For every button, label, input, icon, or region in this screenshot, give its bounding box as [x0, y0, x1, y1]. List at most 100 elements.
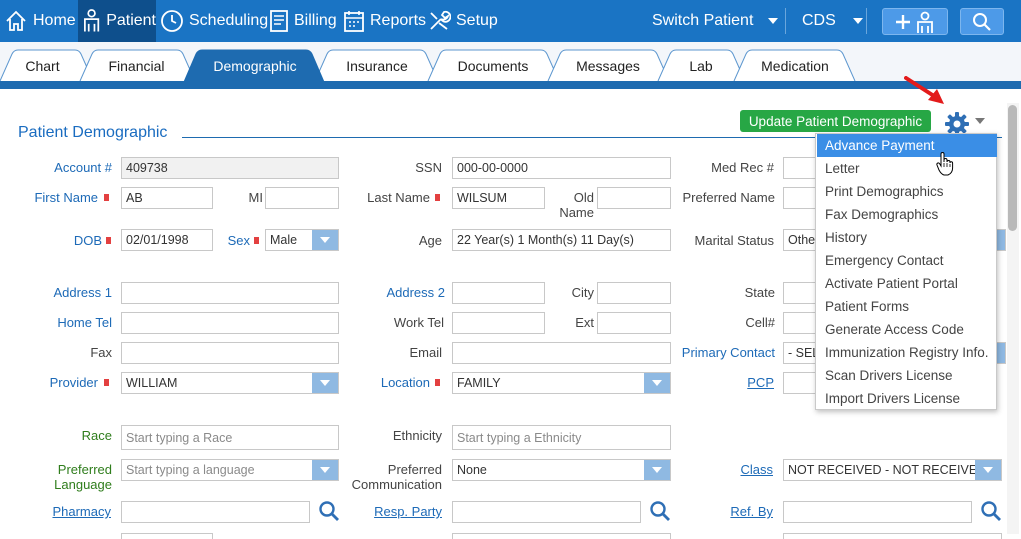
- address2-field[interactable]: [452, 282, 545, 304]
- address1-label: Address 1: [53, 285, 112, 300]
- city-label: City: [571, 285, 594, 300]
- sex-value: Male: [270, 233, 298, 247]
- preferred-communication-value: None: [457, 463, 487, 477]
- required-marker: [104, 379, 109, 386]
- email-label: Email: [409, 345, 442, 360]
- first-name-field[interactable]: AB: [121, 187, 213, 209]
- med-rec-label: Med Rec #: [711, 160, 774, 175]
- state-label: State: [744, 285, 775, 300]
- mi-label: MI: [248, 190, 263, 205]
- provider-select[interactable]: WILLIAM: [121, 372, 339, 394]
- work-tel-label: Work Tel: [393, 315, 444, 330]
- chevron-down-icon[interactable]: [644, 373, 670, 393]
- address2-label: Address 2: [386, 285, 445, 300]
- chevron-down-icon[interactable]: [644, 460, 670, 480]
- menu-item-advance-payment[interactable]: Advance Payment: [817, 134, 997, 157]
- race-input[interactable]: Start typing a Race: [121, 425, 339, 450]
- menu-item-letter[interactable]: Letter: [817, 157, 997, 180]
- tab-underline-band: [0, 81, 1021, 89]
- tab-medication[interactable]: Medication: [749, 57, 841, 75]
- ref-by-search-icon[interactable]: [980, 500, 1002, 522]
- ssn-label: SSN: [415, 160, 442, 175]
- first-name-label: First Name: [34, 190, 98, 205]
- mi-field[interactable]: [265, 187, 339, 209]
- location-select[interactable]: FAMILY: [452, 372, 671, 394]
- chevron-down-icon[interactable]: [975, 460, 1001, 480]
- sex-select[interactable]: Male: [265, 229, 339, 251]
- menu-item-scan-drivers-license[interactable]: Scan Drivers License: [817, 364, 997, 387]
- resp-party-field[interactable]: [452, 501, 641, 523]
- menu-item-patient-forms[interactable]: Patient Forms: [817, 295, 997, 318]
- provider-value: WILLIAM: [126, 376, 178, 390]
- class-link[interactable]: Class: [720, 462, 773, 477]
- home-tel-field[interactable]: [121, 312, 339, 334]
- partial-row-field[interactable]: [121, 533, 213, 539]
- tab-chart[interactable]: Chart: [14, 57, 71, 75]
- partial-row-field[interactable]: [452, 533, 671, 539]
- update-demographic-button[interactable]: Update Patient Demographic: [740, 110, 931, 132]
- menu-item-import-drivers-license[interactable]: Import Drivers License: [817, 387, 997, 410]
- primary-contact-label: Primary Contact: [681, 345, 775, 360]
- marital-status-dropdown-button[interactable]: [997, 229, 1006, 251]
- primary-contact-dropdown-button[interactable]: [997, 342, 1006, 364]
- marital-status-label: Marital Status: [694, 233, 774, 248]
- tab-demographic[interactable]: Demographic: [198, 57, 312, 75]
- tab-lab[interactable]: Lab: [673, 57, 729, 75]
- tab-insurance[interactable]: Insurance: [330, 57, 424, 75]
- menu-item-immunization-registry[interactable]: Immunization Registry Info.: [817, 341, 997, 364]
- resp-party-link[interactable]: Resp. Party: [360, 504, 442, 519]
- partial-row-field[interactable]: [783, 533, 1002, 539]
- required-marker: [104, 194, 109, 201]
- provider-label: Provider: [49, 375, 98, 390]
- app-window: Home Patient Scheduling Billing Reports …: [0, 0, 1021, 539]
- menu-item-generate-access-code[interactable]: Generate Access Code: [817, 318, 997, 341]
- old-name-field[interactable]: [597, 187, 671, 209]
- menu-item-emergency-contact[interactable]: Emergency Contact: [817, 249, 997, 272]
- menu-item-print-demographics[interactable]: Print Demographics: [817, 180, 997, 203]
- ssn-field[interactable]: 000-00-0000: [452, 157, 671, 179]
- last-name-field[interactable]: WILSUM: [452, 187, 545, 209]
- resp-party-search-icon[interactable]: [649, 500, 671, 522]
- age-label: Age: [418, 233, 442, 248]
- preferred-language-label-line1: Preferred: [57, 462, 112, 477]
- chevron-down-icon[interactable]: [312, 460, 338, 480]
- preferred-language-select[interactable]: Start typing a language: [121, 459, 339, 481]
- red-arrow-icon: [904, 76, 944, 104]
- city-field[interactable]: [597, 282, 671, 304]
- menu-item-history[interactable]: History: [817, 226, 997, 249]
- required-marker: [435, 194, 440, 201]
- dob-field[interactable]: 02/01/1998: [121, 229, 213, 251]
- required-marker: [106, 237, 111, 244]
- chevron-down-icon[interactable]: [312, 373, 338, 393]
- ref-by-link[interactable]: Ref. By: [720, 504, 773, 519]
- ethnicity-input[interactable]: Start typing a Ethnicity: [452, 425, 671, 450]
- ext-field[interactable]: [597, 312, 671, 334]
- fax-field[interactable]: [121, 342, 339, 364]
- pharmacy-search-icon[interactable]: [318, 500, 340, 522]
- preferred-communication-select[interactable]: None: [452, 459, 671, 481]
- chevron-down-icon[interactable]: [312, 230, 338, 250]
- options-menu: Advance Payment Letter Print Demographic…: [815, 133, 997, 410]
- gear-caret-icon[interactable]: [975, 118, 985, 124]
- preferred-communication-label-line2: Communication: [351, 477, 442, 492]
- ext-label: Ext: [575, 315, 594, 330]
- tab-shapes: [0, 49, 856, 83]
- tab-financial[interactable]: Financial: [96, 57, 177, 75]
- ref-by-field[interactable]: [783, 501, 972, 523]
- menu-item-fax-demographics[interactable]: Fax Demographics: [817, 203, 997, 226]
- old-name-label-line2: Name: [559, 205, 594, 220]
- pharmacy-field[interactable]: [121, 501, 310, 523]
- pharmacy-link[interactable]: Pharmacy: [20, 504, 111, 519]
- scrollbar-thumb[interactable]: [1008, 105, 1017, 231]
- email-field[interactable]: [452, 342, 671, 364]
- pcp-link[interactable]: PCP: [730, 375, 774, 390]
- tab-messages[interactable]: Messages: [563, 57, 653, 75]
- fax-label: Fax: [90, 345, 112, 360]
- tab-documents[interactable]: Documents: [443, 57, 543, 75]
- required-marker: [254, 237, 259, 244]
- work-tel-field[interactable]: [452, 312, 545, 334]
- address1-field[interactable]: [121, 282, 339, 304]
- account-field[interactable]: 409738: [121, 157, 339, 179]
- menu-item-activate-patient-portal[interactable]: Activate Patient Portal: [817, 272, 997, 295]
- class-select[interactable]: NOT RECEIVED - NOT RECEIVED: [783, 459, 1002, 481]
